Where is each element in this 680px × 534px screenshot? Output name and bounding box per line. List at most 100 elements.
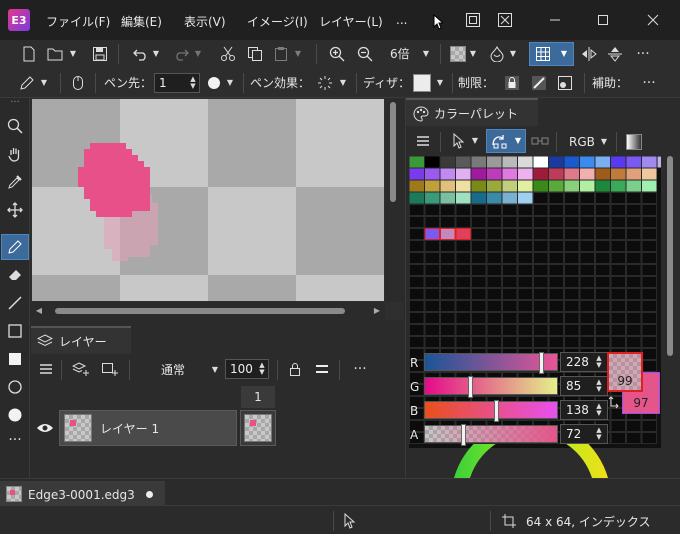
palette-empty-cell[interactable] <box>486 264 502 276</box>
undo-dropdown-icon[interactable]: ▼ <box>151 48 161 60</box>
palette-empty-cell[interactable] <box>564 312 580 324</box>
palette-empty-cell[interactable] <box>595 240 611 252</box>
palette-color-cell[interactable] <box>657 156 662 168</box>
unsaved-dot-icon[interactable] <box>146 491 153 498</box>
palette-empty-cell[interactable] <box>641 276 657 288</box>
palette-color-cell[interactable] <box>456 180 471 192</box>
palette-color-cell[interactable] <box>642 180 657 192</box>
vertical-scroll-thumb[interactable] <box>390 102 396 202</box>
palette-color-cell[interactable] <box>518 168 533 180</box>
copy-icon[interactable] <box>246 45 264 63</box>
palette-color-cell[interactable] <box>626 168 642 180</box>
a-spinner-icon[interactable]: ▲ ▼ <box>594 425 604 443</box>
palette-empty-cell[interactable] <box>579 204 595 216</box>
palette-empty-cell[interactable] <box>641 216 657 228</box>
palette-empty-cell[interactable] <box>579 192 595 204</box>
palette-empty-cell[interactable] <box>626 432 642 444</box>
mouse-icon[interactable] <box>70 74 86 92</box>
palette-empty-cell[interactable] <box>610 312 626 324</box>
palette-empty-cell[interactable] <box>641 252 657 264</box>
palette-color-cell[interactable] <box>409 156 425 168</box>
save-icon[interactable] <box>91 45 109 63</box>
scroll-left-icon[interactable]: ◀ <box>33 305 45 317</box>
palette-color-cell[interactable] <box>564 156 580 168</box>
pen-tip-spinner-icon[interactable]: ▲ ▼ <box>188 74 198 92</box>
palette-empty-cell[interactable] <box>595 324 611 336</box>
palette-empty-cell[interactable] <box>440 204 456 216</box>
palette-empty-cell[interactable] <box>579 264 595 276</box>
palette-color-cell[interactable] <box>549 180 564 192</box>
palette-color-cell[interactable] <box>425 156 440 168</box>
palette-empty-cell[interactable] <box>502 252 518 264</box>
palette-empty-cell[interactable] <box>471 228 487 240</box>
palette-empty-cell[interactable] <box>610 336 626 348</box>
palette-empty-cell[interactable] <box>471 240 487 252</box>
palette-empty-cell[interactable] <box>440 240 456 252</box>
palette-link-icon[interactable] <box>490 132 510 150</box>
minimize-icon[interactable] <box>545 10 565 30</box>
palette-empty-cell[interactable] <box>641 360 657 372</box>
palette-empty-cell[interactable] <box>471 336 487 348</box>
palette-empty-cell[interactable] <box>440 276 456 288</box>
layer-row[interactable]: レイヤー 1 <box>31 410 403 446</box>
palette-glasses-icon[interactable] <box>530 132 550 150</box>
palette-empty-cell[interactable] <box>641 348 657 360</box>
palette-color-cell[interactable] <box>409 180 425 192</box>
palette-empty-cell[interactable] <box>626 216 642 228</box>
layer-name-cell[interactable]: レイヤー 1 <box>59 410 237 446</box>
palette-color-cell[interactable] <box>487 180 502 192</box>
palette-empty-cell[interactable] <box>455 312 471 324</box>
palette-color-cell[interactable] <box>611 168 626 180</box>
palette-empty-cell[interactable] <box>579 300 595 312</box>
palette-color-cell[interactable] <box>502 192 518 204</box>
zoom-out-icon[interactable] <box>356 45 374 63</box>
palette-empty-cell[interactable] <box>409 336 425 348</box>
palette-empty-cell[interactable] <box>409 312 425 324</box>
palette-empty-cell[interactable] <box>579 216 595 228</box>
palette-empty-cell[interactable] <box>502 336 518 348</box>
palette-empty-cell[interactable] <box>409 324 425 336</box>
cut-icon[interactable] <box>219 45 237 63</box>
palette-color-cell[interactable] <box>440 168 456 180</box>
palette-empty-cell[interactable] <box>641 240 657 252</box>
palette-empty-cell[interactable] <box>409 240 425 252</box>
palette-color-cell[interactable] <box>564 168 580 180</box>
palette-color-cell[interactable] <box>471 156 487 168</box>
palette-empty-cell[interactable] <box>455 300 471 312</box>
restrict-mask-icon[interactable] <box>530 74 548 92</box>
palette-empty-cell[interactable] <box>486 204 502 216</box>
palette-empty-cell[interactable] <box>455 264 471 276</box>
palette-empty-cell[interactable] <box>564 204 580 216</box>
menu-file[interactable]: ファイル(F) <box>46 13 110 30</box>
palette-color-cell[interactable] <box>611 180 626 192</box>
palette-empty-cell[interactable] <box>610 420 626 432</box>
palette-empty-cell[interactable] <box>409 264 425 276</box>
palette-empty-cell[interactable] <box>424 336 440 348</box>
palette-select-icon[interactable] <box>450 132 468 150</box>
palette-empty-cell[interactable] <box>424 288 440 300</box>
a-slider-thumb[interactable] <box>461 424 466 446</box>
assist-more-icon[interactable]: ··· <box>640 74 658 92</box>
palette-empty-cell[interactable] <box>548 324 564 336</box>
palette-color-cell[interactable] <box>456 168 471 180</box>
palette-color-cell[interactable] <box>626 156 642 168</box>
palette-empty-cell[interactable] <box>626 336 642 348</box>
pen-effect-icon[interactable] <box>316 74 334 92</box>
palette-empty-cell[interactable] <box>641 336 657 348</box>
palette-empty-cell[interactable] <box>548 240 564 252</box>
palette-empty-cell[interactable] <box>440 264 456 276</box>
open-folder-icon[interactable] <box>46 45 66 63</box>
color-mode[interactable]: RGB <box>569 136 595 148</box>
palette-empty-cell[interactable] <box>641 420 657 432</box>
palette-color-cell[interactable] <box>456 192 471 204</box>
palette-color-cell[interactable] <box>611 156 626 168</box>
canvas-vertical-scrollbar[interactable] <box>385 98 403 302</box>
palette-empty-cell[interactable] <box>610 276 626 288</box>
ellipse-icon[interactable] <box>5 377 25 397</box>
palette-empty-cell[interactable] <box>533 300 549 312</box>
palette-empty-cell[interactable] <box>440 216 456 228</box>
palette-empty-cell[interactable] <box>579 252 595 264</box>
palette-empty-cell[interactable] <box>424 264 440 276</box>
restrict-color-icon[interactable] <box>556 74 574 92</box>
palette-empty-cell[interactable] <box>455 216 471 228</box>
